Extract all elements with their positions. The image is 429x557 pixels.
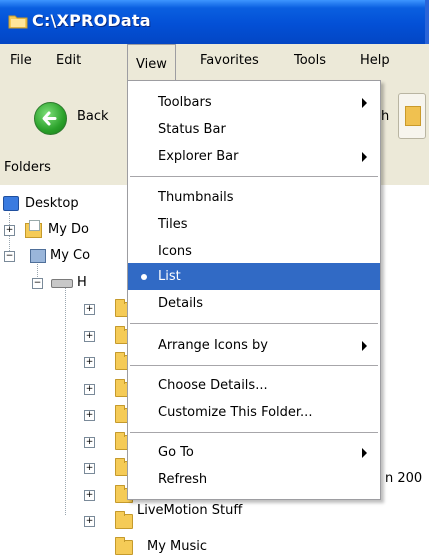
hard-drive-icon: [51, 279, 73, 288]
menu-bar: File Edit View Favorites Tools Help: [0, 44, 429, 81]
expand-icon[interactable]: +: [84, 384, 95, 395]
toolbar-label-fragment: h: [381, 109, 390, 124]
expand-icon[interactable]: +: [84, 437, 95, 448]
title-bar[interactable]: C:\XPROData: [0, 0, 429, 44]
submenu-arrow-icon: [362, 341, 367, 351]
menu-edit[interactable]: Edit: [48, 44, 89, 80]
folder-window-icon: [8, 15, 28, 29]
menu-help[interactable]: Help: [352, 44, 398, 80]
expand-icon[interactable]: +: [84, 463, 95, 474]
menu-favorites[interactable]: Favorites: [192, 44, 267, 80]
back-label: Back: [77, 109, 109, 124]
expand-icon[interactable]: +: [84, 516, 95, 527]
expand-icon[interactable]: +: [84, 304, 95, 315]
menu-separator: [130, 323, 378, 324]
menu-separator: [130, 365, 378, 366]
menu-item-list[interactable]: List: [128, 263, 380, 290]
submenu-arrow-icon: [362, 98, 367, 108]
menu-item-toolbars[interactable]: Toolbars: [128, 89, 380, 116]
menu-view[interactable]: View: [127, 44, 176, 81]
menu-item-thumbnails[interactable]: Thumbnails: [128, 184, 380, 211]
desktop-icon: [3, 196, 19, 211]
menu-item-tiles[interactable]: Tiles: [128, 211, 380, 238]
back-button[interactable]: Back: [34, 102, 114, 135]
menu-item-arrange-icons-by[interactable]: Arrange Icons by: [128, 332, 380, 359]
menu-tools[interactable]: Tools: [286, 44, 334, 80]
my-documents-icon: [25, 220, 42, 238]
menu-item-explorer-bar[interactable]: Explorer Bar: [128, 143, 380, 170]
collapse-icon[interactable]: −: [32, 278, 43, 289]
menu-item-status-bar[interactable]: Status Bar: [128, 116, 380, 143]
window-title: C:\XPROData: [32, 11, 151, 30]
menu-separator: [130, 432, 378, 433]
expand-icon[interactable]: +: [84, 357, 95, 368]
menu-item-customize-folder[interactable]: Customize This Folder...: [128, 399, 380, 426]
folders-toolbar-button[interactable]: [398, 93, 426, 139]
tree-item-my-music[interactable]: My Music: [60, 537, 260, 557]
my-computer-icon: [30, 249, 46, 263]
tree-text-fragment: n 200: [385, 471, 423, 486]
menu-item-go-to[interactable]: Go To: [128, 439, 380, 466]
radio-bullet-icon: [141, 274, 147, 280]
expand-icon[interactable]: +: [84, 410, 95, 421]
folder-icon: [115, 511, 133, 529]
menu-item-refresh[interactable]: Refresh: [128, 466, 380, 493]
menu-item-choose-details[interactable]: Choose Details...: [128, 372, 380, 399]
tree-item-livemotion[interactable]: + LiveMotion Stuff: [60, 503, 310, 531]
menu-file[interactable]: File: [2, 44, 40, 80]
menu-item-details[interactable]: Details: [128, 290, 380, 317]
expand-icon[interactable]: +: [84, 331, 95, 342]
expand-icon[interactable]: +: [84, 490, 95, 501]
back-arrow-icon: [34, 102, 67, 135]
collapse-icon[interactable]: −: [4, 251, 15, 262]
folder-icon: [115, 537, 133, 555]
folders-title: Folders: [4, 160, 51, 175]
menu-separator: [130, 176, 378, 177]
expand-icon[interactable]: +: [4, 225, 15, 236]
submenu-arrow-icon: [362, 152, 367, 162]
view-menu-dropdown: Toolbars Status Bar Explorer Bar Thumbna…: [127, 80, 381, 500]
menu-item-icons[interactable]: Icons: [128, 238, 380, 265]
submenu-arrow-icon: [362, 448, 367, 458]
